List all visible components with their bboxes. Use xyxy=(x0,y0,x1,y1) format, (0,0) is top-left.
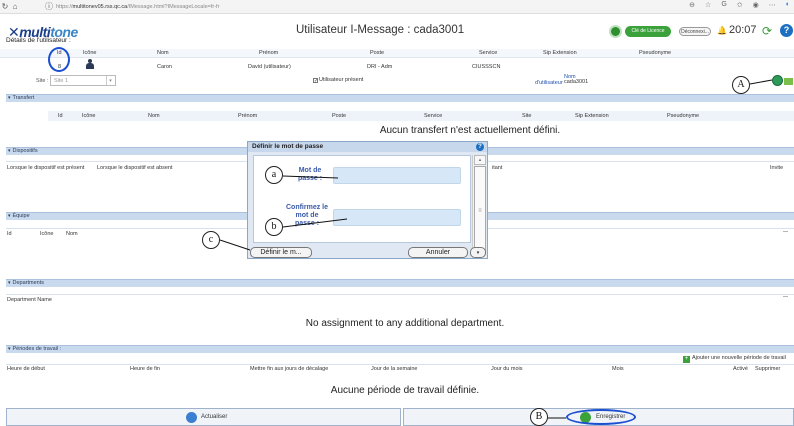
annotation-lines xyxy=(219,79,773,419)
callout-a: a xyxy=(265,166,283,184)
callout-c: c xyxy=(202,231,220,249)
callout-a-line xyxy=(282,175,339,179)
callout-b-line xyxy=(282,218,348,228)
callout-A-line xyxy=(749,79,773,85)
callout-A: A xyxy=(732,76,750,94)
callout-b: b xyxy=(265,218,283,236)
callout-B: B xyxy=(530,408,548,426)
callout-c-line xyxy=(219,239,251,251)
